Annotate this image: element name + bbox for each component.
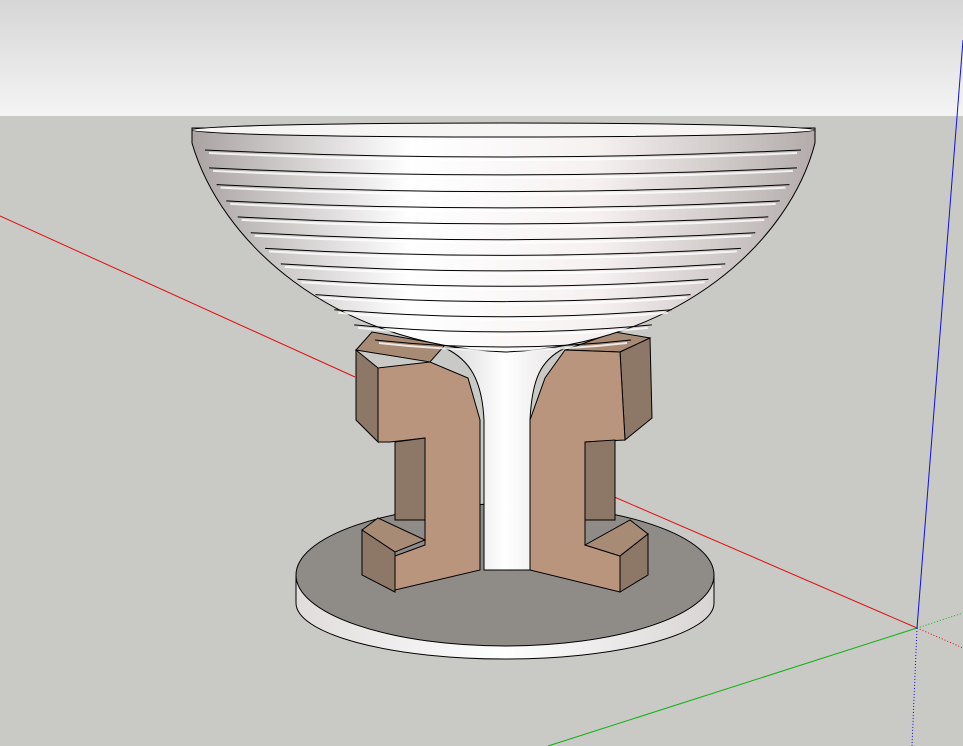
sketchup-viewport[interactable] <box>0 0 963 746</box>
model-scene[interactable] <box>0 0 963 746</box>
blue-axis <box>911 39 963 746</box>
right-leg[interactable] <box>529 331 653 593</box>
ribbed-bowl[interactable] <box>191 122 816 353</box>
left-leg[interactable] <box>355 331 481 593</box>
